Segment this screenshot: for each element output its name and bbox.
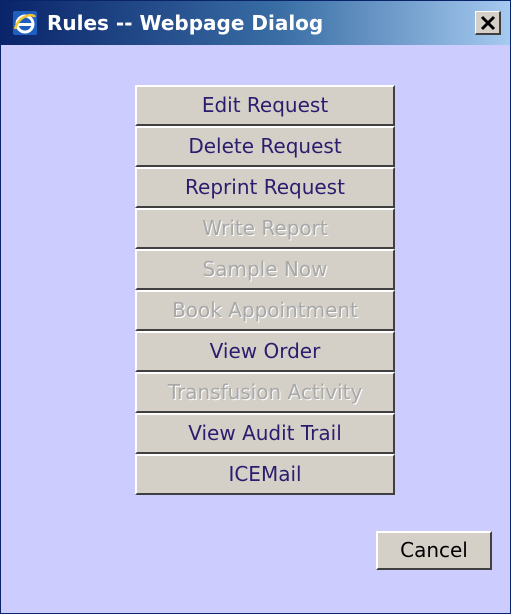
cancel-button[interactable]: Cancel — [376, 531, 492, 570]
edit-request-button[interactable]: Edit Request — [135, 85, 395, 126]
title-bar[interactable]: Rules -- Webpage Dialog — [1, 1, 510, 45]
close-icon — [480, 15, 496, 31]
transfusion-activity-button: Transfusion Activity — [135, 372, 395, 413]
view-audit-trail-button[interactable]: View Audit Trail — [135, 413, 395, 454]
rule-button-list: Edit Request Delete Request Reprint Reques… — [135, 85, 395, 495]
dialog-title: Rules -- Webpage Dialog — [47, 11, 324, 35]
ie-icon — [13, 11, 37, 35]
reprint-request-button[interactable]: Reprint Request — [135, 167, 395, 208]
book-appointment-button: Book Appointment — [135, 290, 395, 331]
rules-dialog: Rules -- Webpage Dialog Edit Request Dele… — [0, 0, 511, 614]
view-order-button[interactable]: View Order — [135, 331, 395, 372]
delete-request-button[interactable]: Delete Request — [135, 126, 395, 167]
write-report-button: Write Report — [135, 208, 395, 249]
sample-now-button: Sample Now — [135, 249, 395, 290]
close-button[interactable] — [475, 11, 501, 35]
icemail-button[interactable]: ICEMail — [135, 454, 395, 495]
